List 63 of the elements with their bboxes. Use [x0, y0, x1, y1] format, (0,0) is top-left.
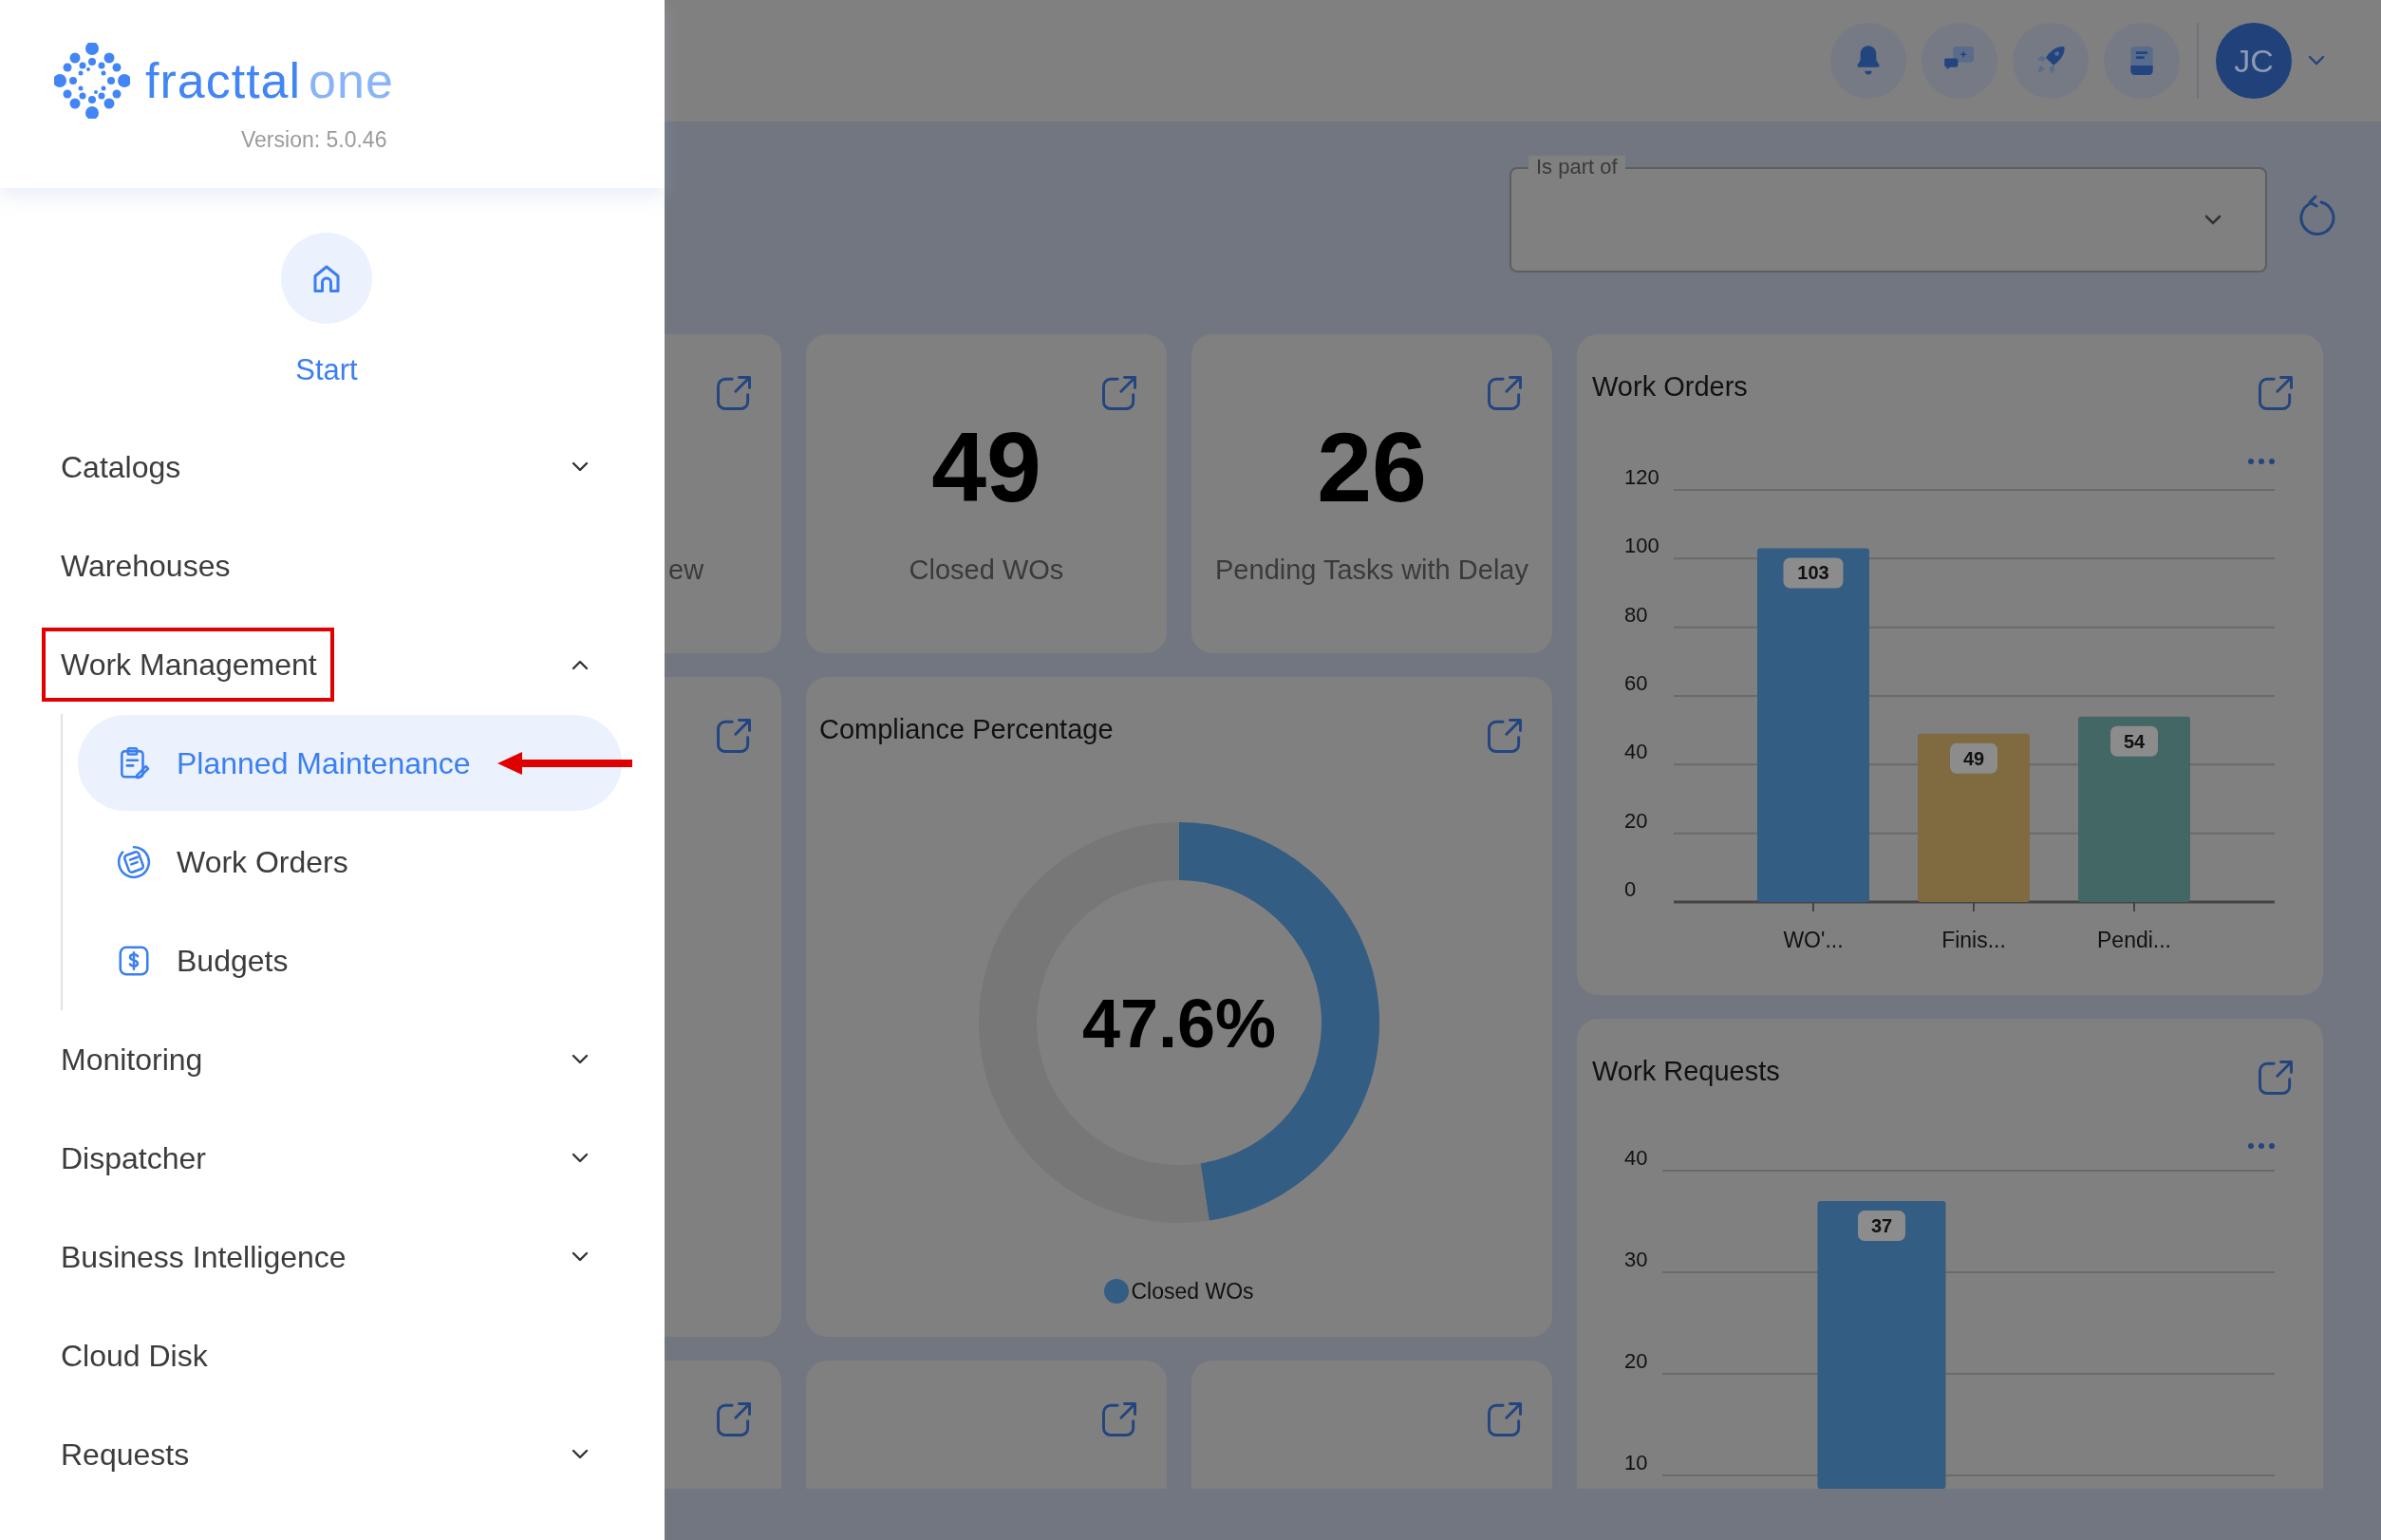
menu-item[interactable]: Warehouses — [0, 516, 665, 615]
axis-tick-label: 30 — [1624, 1248, 1648, 1272]
stat-label: ew — [668, 554, 705, 587]
stat-value: 49 — [930, 411, 1042, 524]
stat-label: Closed WOs — [908, 554, 1065, 587]
axis-tick-label: 0 — [1624, 877, 1637, 901]
more-button[interactable] — [2247, 1142, 2276, 1150]
data-label: 54 — [2123, 730, 2146, 752]
card-title: Work Requests — [1592, 1055, 1780, 1088]
submenu-item[interactable]: Work Orders — [78, 814, 622, 910]
chevron-icon — [570, 1052, 591, 1066]
chevron-icon — [570, 1249, 591, 1264]
data-label: 37 — [1858, 1211, 1905, 1242]
legend-label: Closed WOs — [1131, 1278, 1254, 1305]
field-label: Is part of — [1528, 156, 1625, 179]
data-label: 54 — [2110, 725, 2158, 757]
axis-tick-label: 60 — [1624, 671, 1648, 695]
menu-item[interactable]: Business Intelligence — [0, 1207, 665, 1306]
legend-dot — [1104, 1279, 1130, 1305]
data-label: 49 — [1950, 742, 1997, 774]
chevron-icon — [570, 1447, 591, 1461]
axis-tick-label: 10 — [1624, 1451, 1648, 1475]
axis-tick-label: 20 — [1624, 808, 1648, 833]
menu-item[interactable]: Monitoring — [0, 1009, 665, 1109]
stat-value: 26 — [1316, 411, 1428, 524]
version-label: Version: 5.0.46 — [241, 126, 387, 154]
logo-icon — [54, 43, 130, 119]
menu-item[interactable]: Cloud Disk — [0, 1305, 665, 1405]
axis-category-label: Finis... — [1941, 928, 2006, 952]
center-value: 47.6% — [1081, 986, 1277, 1061]
submenu-item[interactable]: Budgets — [78, 912, 622, 1008]
logo-text: fracttal one — [145, 56, 394, 105]
data-label: 37 — [1870, 1215, 1893, 1237]
chevron-icon — [570, 1151, 591, 1165]
refresh-icon — [2298, 194, 2336, 235]
start-label[interactable]: Start — [295, 348, 358, 393]
menu-item[interactable]: Work Management — [0, 614, 665, 714]
axis-category-label: WO'... — [1783, 928, 1844, 952]
axis-tick-label: 40 — [1624, 740, 1648, 764]
data-label: 103 — [1783, 557, 1844, 589]
axis-tick-label: 20 — [1624, 1349, 1648, 1374]
caret-icon[interactable] — [2307, 54, 2326, 67]
user-avatar[interactable]: JC — [2216, 23, 2292, 99]
card-title: Work Orders — [1592, 370, 1748, 404]
axis-tick-label: 100 — [1624, 534, 1659, 558]
data-label: 49 — [1962, 747, 1985, 769]
stat-label: Pending Tasks with Delay — [1214, 554, 1529, 587]
chevron-icon — [570, 460, 591, 474]
more-icon — [2247, 1142, 2276, 1150]
caret-icon — [2203, 213, 2223, 227]
menu-item[interactable]: Catalogs — [0, 417, 665, 516]
menu-item[interactable]: Dispatcher — [0, 1108, 665, 1208]
document-icon — [116, 843, 152, 880]
axis-category-label: Pendi... — [2097, 928, 2171, 952]
card-title: Compliance Percentage — [819, 713, 1114, 746]
data-label: 103 — [1797, 562, 1829, 584]
axis-tick-label: 40 — [1624, 1146, 1648, 1170]
refresh-button[interactable] — [2298, 194, 2336, 235]
more-icon — [2247, 458, 2276, 465]
more-button[interactable] — [2247, 458, 2276, 465]
menu-item[interactable]: Requests — [0, 1404, 665, 1504]
axis-tick-label: 80 — [1624, 602, 1648, 627]
axis-tick-label: 120 — [1624, 465, 1659, 489]
